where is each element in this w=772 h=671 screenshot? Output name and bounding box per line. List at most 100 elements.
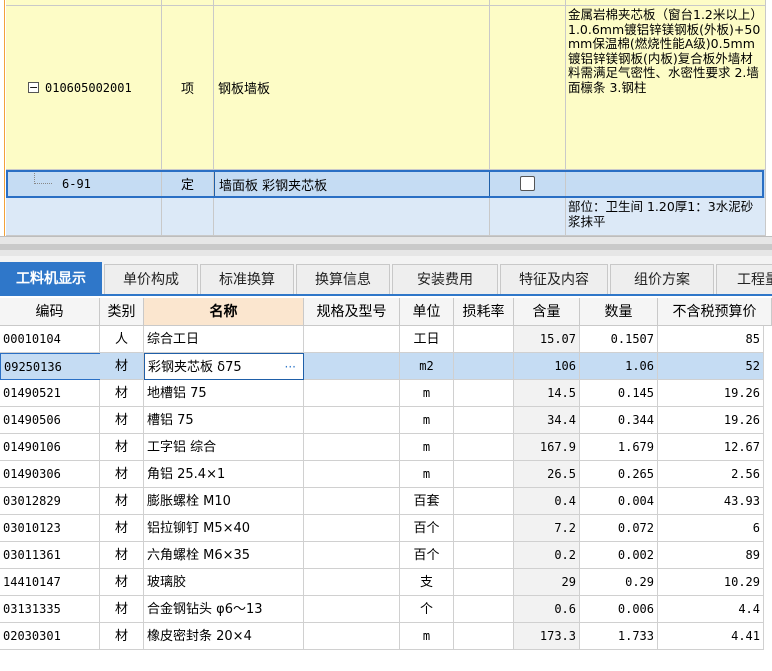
cell-code[interactable]: 03010123 <box>0 515 100 542</box>
cell-spec[interactable] <box>304 569 400 596</box>
item-code-cell[interactable]: − 010605002001 <box>6 6 162 170</box>
cell-category[interactable]: 材 <box>100 569 144 596</box>
cell-unit[interactable]: 百个 <box>400 542 454 569</box>
cell-name[interactable]: 膨胀螺栓 M10 <box>144 488 304 515</box>
cell-unit[interactable]: 工日 <box>400 326 454 353</box>
cell-loss-rate[interactable] <box>454 569 514 596</box>
cell-code[interactable]: 01490306 <box>0 461 100 488</box>
cell-quantity[interactable]: 0.002 <box>580 542 658 569</box>
cell-loss-rate[interactable] <box>454 353 514 380</box>
more-ellipsis-icon[interactable]: ··· <box>285 354 296 379</box>
cell-name[interactable]: 综合工日 <box>144 326 304 353</box>
cell-code[interactable]: 03012829 <box>0 488 100 515</box>
quota-code-cell[interactable]: 6-91 <box>6 170 162 198</box>
cell-unit[interactable]: 百个 <box>400 515 454 542</box>
tab-quantity[interactable]: 工程量 <box>716 264 772 294</box>
cell-name[interactable]: 角铝 25.4×1 <box>144 461 304 488</box>
cell-unit[interactable]: m <box>400 407 454 434</box>
col-header-unit[interactable]: 单位 <box>400 298 454 326</box>
cell-spec[interactable] <box>304 515 400 542</box>
cell-content[interactable]: 14.5 <box>514 380 580 407</box>
cell-spec[interactable] <box>304 461 400 488</box>
cell-unit[interactable]: m2 <box>400 353 454 380</box>
cell-quantity[interactable]: 1.06 <box>580 353 658 380</box>
cell-category[interactable]: 材 <box>100 542 144 569</box>
cell-unit[interactable]: m <box>400 623 454 650</box>
cell-loss-rate[interactable] <box>454 461 514 488</box>
cell-quantity[interactable]: 0.072 <box>580 515 658 542</box>
cell-price[interactable]: 2.56 <box>658 461 764 488</box>
cell-category[interactable]: 材 <box>100 515 144 542</box>
cell-unit[interactable]: m <box>400 380 454 407</box>
cell-price[interactable]: 4.4 <box>658 596 764 623</box>
cell-price[interactable]: 19.26 <box>658 407 764 434</box>
quota-name-editor[interactable]: 墙面板 彩钢夹芯板 <box>214 171 490 197</box>
cell-quantity[interactable]: 0.006 <box>580 596 658 623</box>
cell-category[interactable]: 材 <box>100 488 144 515</box>
tab-pricing-scheme[interactable]: 组价方案 <box>610 264 714 294</box>
tab-unit-price-composition[interactable]: 单价构成 <box>104 264 198 294</box>
cell-spec[interactable] <box>304 407 400 434</box>
quota-check-cell[interactable] <box>490 170 566 198</box>
cell-unit[interactable]: m <box>400 461 454 488</box>
tab-labor-material-machine[interactable]: 工料机显示 <box>0 262 102 294</box>
cell-price[interactable]: 89 <box>658 542 764 569</box>
cell-content[interactable]: 0.4 <box>514 488 580 515</box>
cell-code[interactable]: 03011361 <box>0 542 100 569</box>
cell-loss-rate[interactable] <box>454 596 514 623</box>
cell-content[interactable]: 167.9 <box>514 434 580 461</box>
cell-category[interactable]: 材 <box>100 623 144 650</box>
cell-category[interactable]: 材 <box>100 461 144 488</box>
col-header-name[interactable]: 名称 <box>144 298 304 326</box>
cell-unit[interactable]: 支 <box>400 569 454 596</box>
name-editor[interactable]: 彩钢夹芯板 δ75 ··· <box>144 353 304 380</box>
cell-unit[interactable]: m <box>400 434 454 461</box>
cell-name[interactable]: 槽铝 75 <box>144 407 304 434</box>
cell-code[interactable]: 09250136 <box>0 353 100 380</box>
col-header-code[interactable]: 编码 <box>0 298 100 326</box>
tab-standard-conversion[interactable]: 标准换算 <box>200 264 294 294</box>
item-name-cell[interactable]: 钢板墙板 <box>214 6 490 170</box>
col-header-loss-rate[interactable]: 损耗率 <box>454 298 514 326</box>
cell-price[interactable]: 43.93 <box>658 488 764 515</box>
next-description-cell[interactable]: 部位：卫生间 1.20厚1：3水泥砂浆抹平 <box>566 198 766 236</box>
cell-code[interactable]: 02030301 <box>0 623 100 650</box>
cell-name[interactable]: 六角螺栓 M6×35 <box>144 542 304 569</box>
tab-conversion-info[interactable]: 换算信息 <box>296 264 390 294</box>
cell-code[interactable]: 01490106 <box>0 434 100 461</box>
cell-name[interactable]: 橡皮密封条 20×4 <box>144 623 304 650</box>
cell-spec[interactable] <box>304 542 400 569</box>
cell-code[interactable]: 03131335 <box>0 596 100 623</box>
cell-loss-rate[interactable] <box>454 326 514 353</box>
cell-spec[interactable] <box>304 434 400 461</box>
cell-name[interactable]: 铝拉铆钉 M5×40 <box>144 515 304 542</box>
cell-content[interactable]: 0.6 <box>514 596 580 623</box>
item-type-cell[interactable]: 项 <box>162 6 214 170</box>
cell-content[interactable]: 7.2 <box>514 515 580 542</box>
splitter-grip[interactable] <box>0 244 772 250</box>
cell-unit[interactable]: 百套 <box>400 488 454 515</box>
cell-name[interactable]: 工字铝 综合 <box>144 434 304 461</box>
cell-category[interactable]: 人 <box>100 326 144 353</box>
cell-quantity[interactable]: 0.1507 <box>580 326 658 353</box>
cell-spec[interactable] <box>304 353 400 380</box>
cell-loss-rate[interactable] <box>454 623 514 650</box>
cell-content[interactable]: 0.2 <box>514 542 580 569</box>
cell-quantity[interactable]: 0.265 <box>580 461 658 488</box>
col-header-spec[interactable]: 规格及型号 <box>304 298 400 326</box>
cell-quantity[interactable]: 1.679 <box>580 434 658 461</box>
quota-checkbox[interactable] <box>520 176 535 191</box>
cell-quantity[interactable]: 1.733 <box>580 623 658 650</box>
cell-category[interactable]: 材 <box>100 380 144 407</box>
cell-price[interactable]: 52 <box>658 353 764 380</box>
cell-price[interactable]: 4.41 <box>658 623 764 650</box>
col-header-price[interactable]: 不含税预算价 <box>658 298 772 326</box>
cell-code[interactable]: 00010104 <box>0 326 100 353</box>
tab-features-content[interactable]: 特征及内容 <box>500 264 608 294</box>
cell-name[interactable]: 合金钢钻头 φ6～13 <box>144 596 304 623</box>
cell-loss-rate[interactable] <box>454 434 514 461</box>
cell-spec[interactable] <box>304 488 400 515</box>
cell-loss-rate[interactable] <box>454 380 514 407</box>
quota-type-cell[interactable]: 定 <box>162 170 214 198</box>
cell-spec[interactable] <box>304 326 400 353</box>
